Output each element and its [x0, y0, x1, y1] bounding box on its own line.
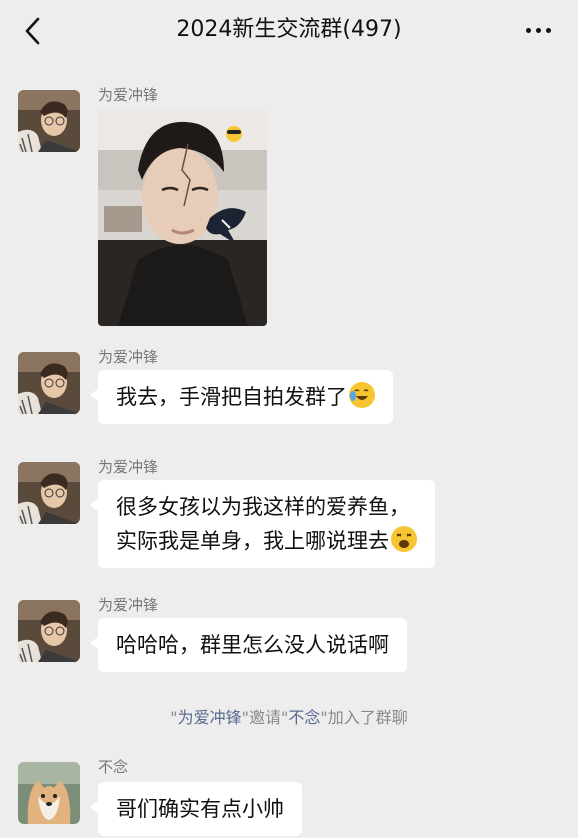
avatar[interactable]: [18, 762, 80, 824]
laughing-crying-emoji: [349, 382, 375, 408]
message-bubble[interactable]: 我去，手滑把自拍发群了: [90, 370, 393, 424]
inviter-name[interactable]: 为爱冲锋: [178, 708, 242, 727]
avatar[interactable]: [18, 462, 80, 524]
more-dot: [545, 27, 551, 33]
sender-name: 为爱冲锋: [98, 596, 159, 614]
more-dot: [535, 27, 541, 33]
system-text: "邀请": [241, 708, 289, 727]
message-text: 我去，手滑把自拍发群了: [116, 385, 347, 409]
avatar[interactable]: [18, 352, 80, 414]
system-message: "为爱冲锋"邀请"不念"加入了群聊: [0, 708, 578, 728]
message-bubble[interactable]: 很多女孩以为我这样的爱养鱼， 实际我是单身，我上哪说理去: [90, 480, 435, 568]
sender-name: 为爱冲锋: [98, 86, 159, 104]
more-button[interactable]: [518, 14, 558, 46]
more-dots-icon: [525, 27, 531, 33]
message-text: 哥们确实有点小帅: [116, 797, 284, 821]
message-bubble[interactable]: 哥们确实有点小帅: [90, 782, 302, 836]
invitee-name[interactable]: 不念: [288, 708, 320, 727]
system-text: "加入了群聊: [320, 708, 408, 727]
message-text: 哈哈哈，群里怎么没人说话啊: [116, 633, 389, 657]
system-text: ": [170, 708, 178, 727]
back-button[interactable]: [14, 12, 52, 50]
sender-name: 不念: [98, 758, 129, 776]
image-message[interactable]: [98, 110, 267, 326]
avatar[interactable]: [18, 600, 80, 662]
avatar[interactable]: [18, 90, 80, 152]
message-text: 实际我是单身，我上哪说理去: [116, 529, 389, 553]
message-bubble[interactable]: 哈哈哈，群里怎么没人说话啊: [90, 618, 407, 672]
weary-face-emoji: [391, 526, 417, 552]
message-text: 很多女孩以为我这样的爱养鱼，: [116, 495, 410, 519]
chat-title: 2024新生交流群(497): [176, 17, 402, 42]
chevron-left-icon: [25, 17, 40, 45]
sender-name: 为爱冲锋: [98, 458, 159, 476]
sender-name: 为爱冲锋: [98, 348, 159, 366]
chat-header: 2024新生交流群(497): [0, 0, 578, 62]
